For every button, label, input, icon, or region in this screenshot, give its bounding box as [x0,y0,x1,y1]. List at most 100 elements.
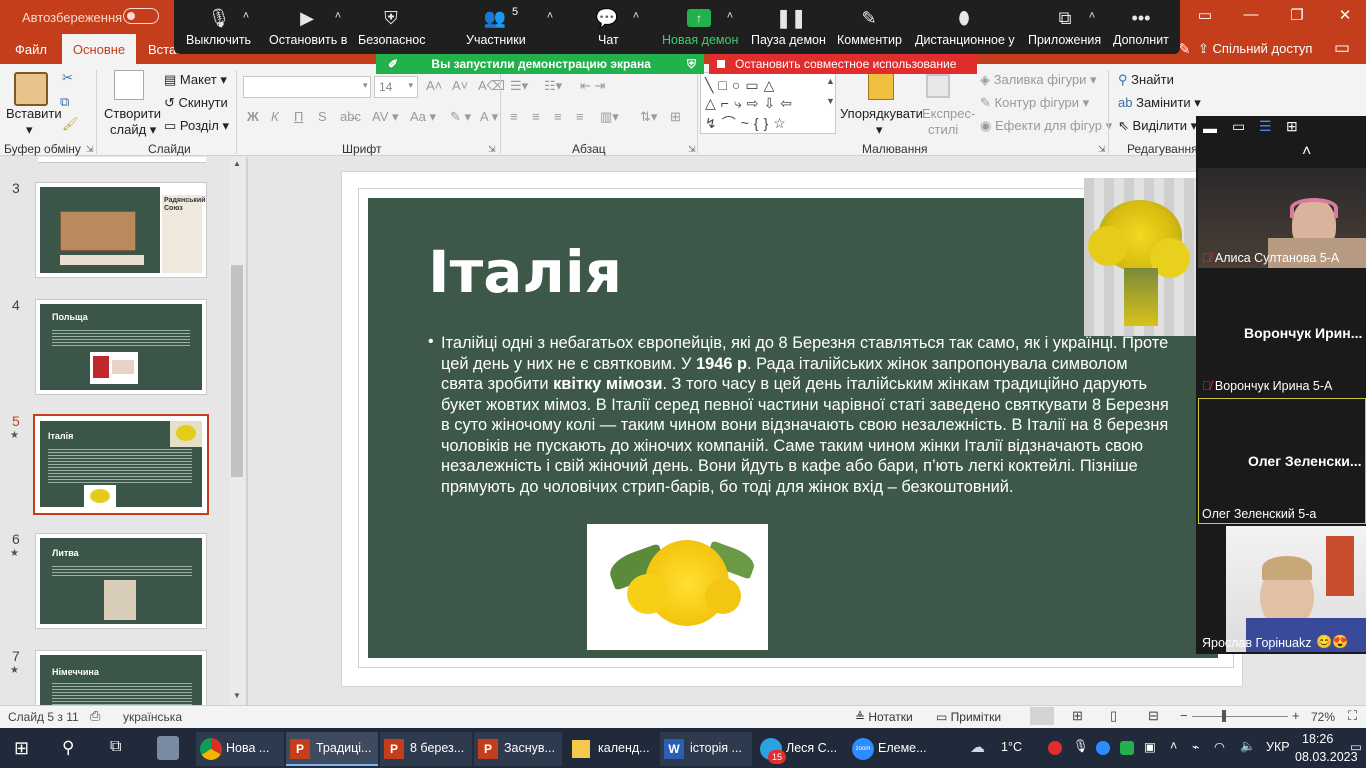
slideshow-icon[interactable]: ⊟ [1148,708,1159,724]
chevron-up-icon[interactable]: ˄ [1170,739,1177,753]
shapes-scroll-up-icon[interactable]: ▲ [826,76,835,86]
mouse-icon[interactable]: ⬮ [954,8,974,29]
shape-outline-button[interactable]: ✎ Контур фігури ▾ [980,95,1089,111]
dialog-launcher-icon[interactable]: ⇲ [688,144,696,155]
search-icon[interactable]: ⚲ [62,738,74,758]
bullets-icon[interactable]: ☰▾ [510,78,528,94]
highlight-icon[interactable]: ✎ ▾ [450,109,471,125]
paste-icon[interactable] [14,72,48,106]
shape-effects-button[interactable]: ◉ Ефекти для фігур ▾ [980,118,1112,134]
taskbar-app-powerpoint-2[interactable]: P 8 берез... [380,732,472,766]
tab-file[interactable]: Файл [15,42,47,57]
italic-button[interactable]: К [271,109,279,124]
chevron-up-icon[interactable]: ˄ [330,10,346,22]
tray-mic-icon[interactable]: 🎙 [1073,739,1089,754]
apps-button[interactable]: Приложения [1028,33,1101,47]
arrange-button[interactable]: Упорядкувати [840,106,923,121]
scroll-down-icon[interactable]: ▼ [233,691,241,700]
shapes-gallery[interactable]: ╲□○▭△ △⌐⤷⇨⇩⇦ ↯⌒~{}☆ [700,72,836,134]
weather-temperature[interactable]: 1°C [1001,740,1022,754]
tray-app-icon[interactable]: ▣ [1144,739,1156,754]
thumbnail-view-icon[interactable]: ☰ [1259,118,1272,135]
normal-view-icon[interactable] [1030,707,1054,725]
bold-button[interactable]: Ж [247,109,259,124]
mute-button[interactable]: Выключить [186,33,251,47]
indent-icon[interactable]: ⇤ ⇥ [580,78,605,94]
thumbnail-scrollbar[interactable]: ▲ ▼ [229,157,245,705]
participants-button[interactable]: Участники [466,33,526,47]
pause-icon[interactable]: ❚❚ [776,8,806,29]
thumbnail-slide-5[interactable]: Італія [33,414,209,515]
quick-styles-button[interactable]: Експрес- [922,106,975,121]
find-button[interactable]: ⚲ Знайти [1118,72,1174,88]
mimosa-bouquet-image[interactable] [1084,178,1196,336]
apps-icon[interactable]: ⧉ [1052,8,1078,29]
chat-icon[interactable]: 💬 [594,8,620,29]
comments-icon[interactable]: ▭ [1334,38,1350,58]
scroll-up-icon[interactable]: ▲ [233,159,241,168]
fit-slide-icon[interactable]: ⛶ [1348,708,1357,724]
remote-control-button[interactable]: Дистанционное у [915,33,1015,47]
chevron-up-icon[interactable]: ˄ [628,10,644,22]
font-size-input[interactable]: 14 ▾ [374,76,418,98]
dialog-launcher-icon[interactable]: ⇲ [86,144,94,155]
weather-cloud-icon[interactable]: ☁ [970,738,985,756]
chevron-up-icon[interactable]: ˄ [1302,143,1311,161]
tab-home[interactable]: Основне [62,34,136,64]
taskbar-app-powerpoint-3[interactable]: P Заснув... [474,732,562,766]
shapes-scroll-down-icon[interactable]: ▼ [826,96,835,106]
tray-app-icon[interactable] [1120,741,1134,755]
comments-button[interactable]: ▭ Примітки [936,710,1001,724]
notification-center-icon[interactable]: ▭ [1350,739,1362,754]
format-painter-icon[interactable]: 🖌 [62,116,79,132]
autosave-toggle[interactable] [123,8,159,24]
shape-fill-button[interactable]: ◈ Заливка фігури ▾ [980,72,1097,88]
minimize-icon[interactable]: ▬ [1203,120,1217,136]
new-share-button[interactable]: Новая демон [662,33,738,47]
annotate-button[interactable]: Комментир [837,33,902,47]
microphone-icon[interactable]: 🎙 [204,8,234,29]
grow-font-icon[interactable]: A˄ [426,78,442,93]
zoom-slider[interactable] [1192,716,1288,717]
replace-button[interactable]: ab Замінити ▾ [1118,95,1201,111]
chevron-up-icon[interactable]: ˄ [542,10,558,22]
align-center-icon[interactable]: ≡ [532,109,540,124]
change-case-icon[interactable]: Aa ▾ [410,109,436,125]
shapes-row-3[interactable]: ↯⌒~{}☆ [705,113,791,133]
participants-icon[interactable]: 👥 [480,8,510,29]
annotate-pen-icon[interactable]: ✎ [858,8,880,29]
new-slide-icon[interactable] [114,70,144,100]
ribbon-display-icon[interactable]: ▭ [1190,6,1220,24]
section-button[interactable]: ▭ Розділ ▾ [164,118,229,134]
new-slide-button[interactable]: Створити [104,106,161,121]
arrange-icon[interactable] [868,72,894,100]
text-direction-icon[interactable]: ⇅▾ [640,109,657,125]
clock-time[interactable]: 18:26 [1302,732,1333,746]
shapes-row-1[interactable]: ╲□○▭△ [705,77,779,94]
usb-icon[interactable]: ⌁ [1192,739,1200,754]
slide-sorter-icon[interactable]: ⊞ [1072,708,1083,724]
video-camera-icon[interactable]: ▶ [290,8,324,29]
calculator-icon[interactable] [157,736,179,760]
thumbnail-slide-4[interactable]: Польща [35,299,207,395]
gallery-view-icon[interactable]: ⊞ [1286,118,1298,135]
thumbnail-slide-7[interactable]: Німеччина [35,650,207,705]
tray-zoom-icon[interactable] [1096,741,1110,755]
share-button[interactable]: ⇪ Спільний доступ [1198,41,1312,57]
thumbnail-slide-3[interactable]: Радянський Союз [35,182,207,278]
tray-notification-icon[interactable] [1048,741,1062,755]
stop-video-button[interactable]: Остановить в [269,33,347,47]
quick-styles-icon[interactable] [926,74,950,98]
more-button[interactable]: Дополнит [1113,33,1169,47]
chevron-up-icon[interactable]: ˄ [238,10,254,22]
copy-icon[interactable]: ⧉ [60,94,69,110]
language-status[interactable]: українська [123,710,182,724]
mimosa-branch-image[interactable] [587,524,768,650]
scrollbar-thumb[interactable] [231,265,243,477]
zoom-in-icon[interactable]: + [1292,708,1300,723]
thumbnail-slide-6[interactable]: Литва [35,533,207,629]
pause-share-button[interactable]: Пауза демон [751,33,826,47]
strikethrough-button[interactable]: S [318,109,327,124]
slide-body-text[interactable]: Італійці одні з небагатьох європейців, я… [441,333,1171,497]
zoom-slider-thumb[interactable] [1222,710,1226,722]
